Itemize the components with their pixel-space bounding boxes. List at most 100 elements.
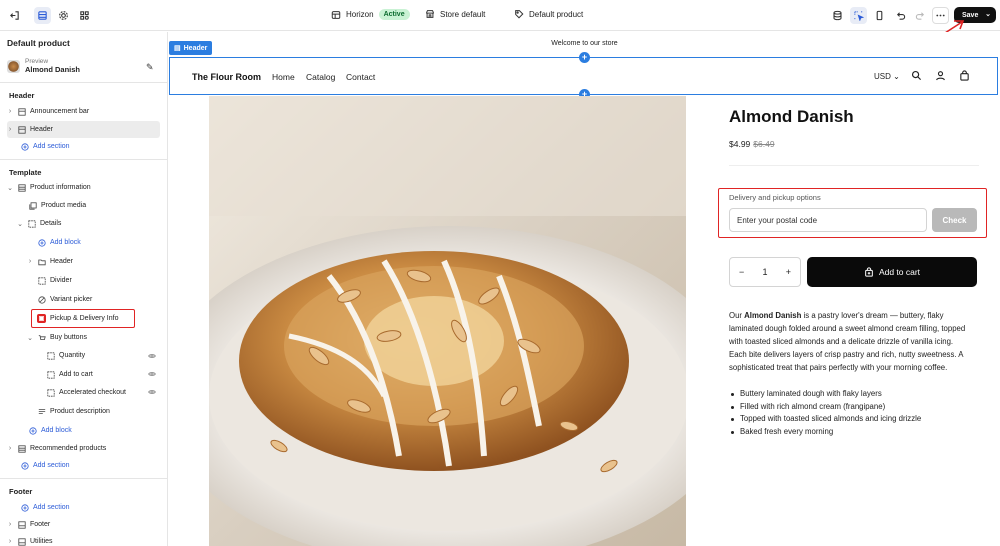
sale-price: $4.99 <box>729 139 751 149</box>
preview-product-selector[interactable]: Preview Almond Danish <box>7 58 80 74</box>
add-block-label: Add block <box>41 427 72 434</box>
add-section-label: Add section <box>33 462 70 469</box>
sidebar-item-label: Announcement bar <box>30 108 90 115</box>
description-intro: Our <box>729 311 745 320</box>
nav-link-home[interactable]: Home <box>272 72 295 82</box>
theme-icon <box>331 10 341 19</box>
check-button[interactable]: Check <box>932 208 977 232</box>
sidebar-item-label: Details <box>40 220 62 227</box>
add-section-button[interactable]: Add section <box>20 457 70 474</box>
chevron-down-icon[interactable]: ⌄ <box>7 184 13 192</box>
mobile-view-icon[interactable] <box>871 7 888 24</box>
account-icon[interactable] <box>935 70 947 82</box>
theme-selector[interactable]: Horizon Active <box>331 9 410 20</box>
chevron-right-icon[interactable]: › <box>7 538 13 545</box>
chevron-right-icon[interactable]: › <box>7 521 13 528</box>
sidebar-item-announcement-bar[interactable]: › Announcement bar <box>7 103 160 120</box>
plus-icon[interactable]: + <box>786 267 791 277</box>
currency-selector[interactable]: USD ⌄ <box>874 72 900 81</box>
product-description: Our Almond Danish is a pastry lover's dr… <box>729 309 969 374</box>
sidebar-item-pickup-delivery-info[interactable]: ▣ Pickup & Delivery Info <box>37 310 118 327</box>
sidebar-item-add-to-cart[interactable]: Add to cart <box>46 366 93 383</box>
sidebar-item-header-block[interactable]: › Header <box>27 253 73 270</box>
template-label: Default product <box>529 9 584 19</box>
undo-icon[interactable] <box>892 7 909 24</box>
block-icon <box>37 276 46 285</box>
add-section-button[interactable]: Add section <box>20 138 70 155</box>
nav-link-catalog[interactable]: Catalog <box>306 72 335 82</box>
inspector-icon[interactable] <box>850 7 867 24</box>
section-icon <box>17 520 26 529</box>
sidebar-item-buy-buttons[interactable]: ⌄ Buy buttons <box>27 329 87 346</box>
database-icon[interactable] <box>829 7 846 24</box>
theme-settings-icon[interactable] <box>55 7 72 24</box>
chevron-right-icon[interactable]: › <box>7 108 13 115</box>
sidebar-item-variant-picker[interactable]: Variant picker <box>37 291 92 308</box>
cart-bag-icon[interactable] <box>959 70 971 82</box>
add-block-button[interactable]: Add block <box>37 234 81 251</box>
sidebar-item-label: Product description <box>50 408 110 415</box>
section-icon <box>17 183 26 192</box>
eye-icon[interactable] <box>148 352 156 362</box>
chevron-right-icon[interactable]: › <box>27 258 33 265</box>
template-selector[interactable]: Default product <box>514 9 583 19</box>
exit-icon[interactable] <box>6 7 23 24</box>
store-icon <box>426 10 434 18</box>
chevron-right-icon[interactable]: › <box>7 445 13 452</box>
section-icon <box>17 107 26 116</box>
plus-circle-icon <box>20 142 29 151</box>
sidebar-item-recommended-products[interactable]: › Recommended products <box>7 440 106 457</box>
store-selector[interactable]: Store default <box>425 9 485 19</box>
product-thumbnail <box>7 59 20 73</box>
nav-link-contact[interactable]: Contact <box>346 72 375 82</box>
pencil-icon[interactable]: ✎ <box>146 62 154 73</box>
product-title: Almond Danish <box>729 107 854 126</box>
section-tag-icon: ▤ <box>174 45 181 52</box>
sidebar-item-product-information[interactable]: ⌄ Product information <box>7 179 91 196</box>
minus-icon[interactable]: − <box>739 267 744 277</box>
sidebar-item-label: Variant picker <box>50 296 93 303</box>
sidebar-item-label: Footer <box>30 521 51 528</box>
sidebar-item-quantity[interactable]: Quantity <box>46 347 85 364</box>
plus-circle-icon <box>28 426 37 435</box>
search-icon[interactable] <box>911 70 923 82</box>
sidebar-item-label: Add to cart <box>59 371 93 378</box>
sections-icon[interactable] <box>34 7 51 24</box>
sidebar-item-footer[interactable]: › Footer <box>7 516 50 533</box>
eye-icon[interactable] <box>148 388 156 398</box>
sidebar-item-product-description[interactable]: Product description <box>37 403 110 420</box>
add-section-above-icon[interactable]: + <box>579 52 590 63</box>
add-block-button[interactable]: Add block <box>28 422 72 439</box>
product-features-list: Buttery laminated dough with flaky layer… <box>729 388 969 438</box>
block-icon <box>46 370 55 379</box>
section-tag-header[interactable]: ▤ Header <box>169 41 213 55</box>
folder-icon <box>37 257 46 266</box>
store-logo[interactable]: The Flour Room <box>192 72 261 82</box>
add-section-button[interactable]: Add section <box>20 499 70 516</box>
sidebar-item-utilities[interactable]: › Utilities <box>7 533 53 546</box>
sidebar-item-label: Divider <box>50 277 72 284</box>
add-to-cart-button[interactable]: Add to cart <box>807 257 977 287</box>
sidebar-item-product-media[interactable]: Product media <box>28 197 86 214</box>
storefront-preview: Welcome to our store ▤ Header + + The Fl… <box>169 32 1000 546</box>
store-label: Store default <box>440 9 486 19</box>
sidebar-item-header[interactable]: › Header <box>7 121 160 138</box>
quantity-stepper[interactable]: − 1 + <box>729 257 801 287</box>
eye-icon[interactable] <box>148 370 156 380</box>
list-item: Topped with toasted sliced almonds and i… <box>729 413 969 426</box>
sidebar-item-details[interactable]: ⌄ Details <box>17 215 61 232</box>
chevron-down-icon[interactable]: ⌄ <box>985 10 991 18</box>
chevron-down-icon[interactable]: ⌄ <box>27 334 33 342</box>
chevron-right-icon[interactable]: › <box>7 126 13 133</box>
app-block-icon: ▣ <box>37 314 46 323</box>
sidebar-item-label: Header <box>50 258 73 265</box>
sidebar-item-divider[interactable]: Divider <box>37 272 72 289</box>
sidebar-item-label: Utilities <box>30 538 53 545</box>
postal-code-input[interactable] <box>729 208 927 232</box>
chevron-down-icon[interactable]: ⌄ <box>17 220 23 228</box>
theme-name: Horizon <box>346 10 374 19</box>
product-image[interactable] <box>209 96 686 546</box>
apps-icon[interactable] <box>76 7 93 24</box>
sidebar-item-accelerated-checkout[interactable]: Accelerated checkout <box>46 384 126 401</box>
preview-label: Preview <box>25 58 49 65</box>
